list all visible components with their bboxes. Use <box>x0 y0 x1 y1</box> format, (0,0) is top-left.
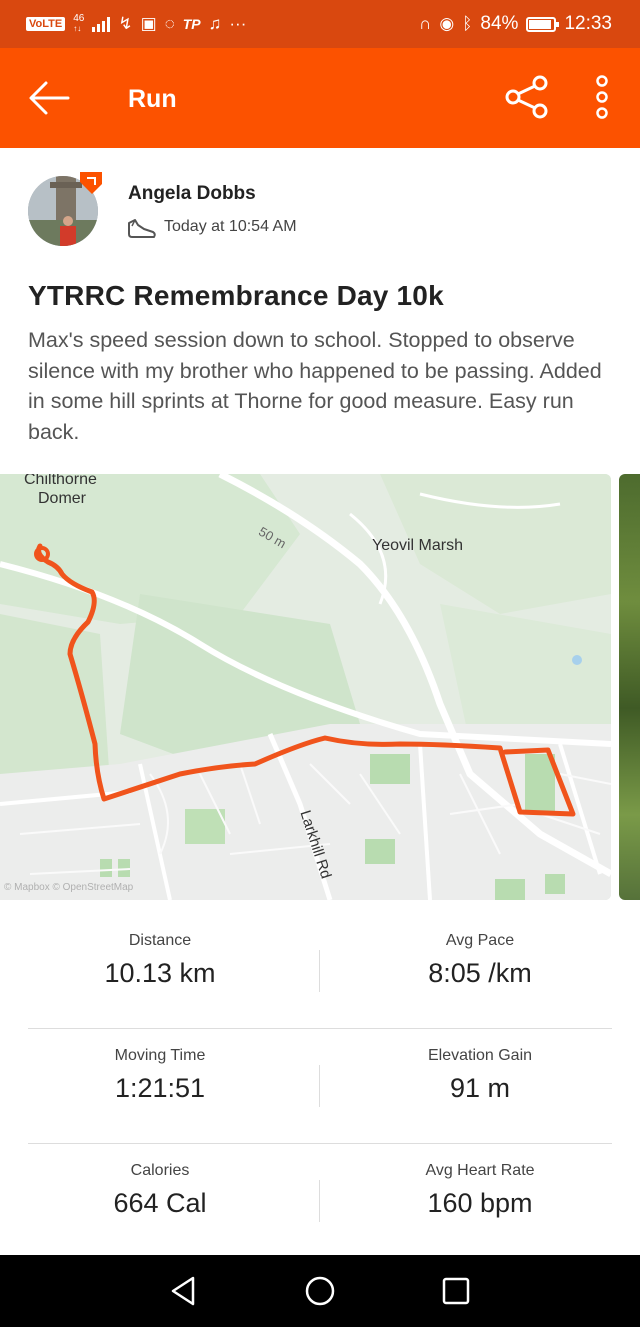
athlete-name[interactable]: Angela Dobbs <box>128 183 256 205</box>
run-shoe-icon <box>128 219 156 238</box>
battery-percent: 84% <box>480 13 519 34</box>
share-icon <box>505 75 548 119</box>
stat-value: 160 bpm <box>427 1188 533 1218</box>
stat-elevation-gain: Elevation Gain 91 m <box>320 1047 640 1104</box>
stat-label: Distance <box>128 932 192 949</box>
row-divider <box>28 1143 612 1144</box>
stat-value: 8:05 /km <box>428 958 532 988</box>
bluetooth-icon: ᛒ <box>462 14 473 33</box>
row-divider <box>28 1028 612 1029</box>
activity-title: YTRRC Remembrance Day 10k <box>28 280 444 311</box>
nav-home-icon[interactable] <box>302 1273 338 1309</box>
stat-value: 91 m <box>449 1073 511 1103</box>
stat-label: Avg Heart Rate <box>425 1162 535 1179</box>
stat-distance: Distance 10.13 km <box>0 932 320 989</box>
more-dots-icon: ··· <box>229 14 247 33</box>
stat-label: Avg Pace <box>445 932 515 949</box>
stat-avg-pace: Avg Pace 8:05 /km <box>320 932 640 989</box>
stat-label: Moving Time <box>114 1047 206 1064</box>
map-label-yeovil-marsh: Yeovil Marsh <box>372 537 464 554</box>
app-bar: Run <box>0 48 640 148</box>
volte-badge: VoLTE <box>26 17 66 31</box>
stat-value: 1:21:51 <box>114 1073 206 1103</box>
network-type-label: 46 <box>73 13 85 24</box>
activity-photo-thumbnail[interactable] <box>619 474 640 900</box>
sync-icon: ◌ <box>164 14 175 33</box>
nav-recents-icon[interactable] <box>438 1273 474 1309</box>
data-arrow-icon: ↯ <box>118 14 133 33</box>
map-attribution[interactable]: © Mapbox © OpenStreetMap <box>4 882 133 893</box>
nav-back-icon[interactable] <box>165 1273 201 1309</box>
network-type: 46 ↑↓ <box>73 13 85 34</box>
signal-icon <box>92 16 111 32</box>
page-title: Run <box>128 85 177 113</box>
stat-calories: Calories 664 Cal <box>0 1162 320 1219</box>
vertical-dots-icon <box>596 75 608 119</box>
headphones-icon: ∩ <box>419 14 432 33</box>
system-nav-bar <box>0 1255 640 1327</box>
battery-icon <box>526 16 560 32</box>
stat-moving-time: Moving Time 1:21:51 <box>0 1047 320 1104</box>
status-bar: VoLTE 46 ↑↓ ↯ ▣ ◌ TP ♫ ··· ∩ ◉ ᛒ 84% 12:3… <box>0 0 640 48</box>
back-button[interactable] <box>28 80 72 116</box>
stats-grid: Distance 10.13 km Avg Pace 8:05 /km Movi… <box>0 900 640 1255</box>
stat-value: 10.13 km <box>104 958 216 988</box>
stat-label: Calories <box>130 1162 190 1179</box>
music-icon: ♫ <box>208 14 222 33</box>
share-button[interactable] <box>504 74 550 120</box>
stat-value: 664 Cal <box>113 1188 207 1218</box>
eye-icon: ◉ <box>439 14 455 33</box>
stat-label: Elevation Gain <box>427 1047 533 1064</box>
status-left-icons: VoLTE 46 ↑↓ ↯ ▣ ◌ TP ♫ ··· <box>26 14 246 34</box>
route-map[interactable]: Chilthorne Domer Yeovil Marsh 50 m Larkh… <box>0 474 611 900</box>
strava-badge-icon <box>80 172 102 194</box>
activity-timestamp: Today at 10:54 AM <box>164 218 297 235</box>
app-icon: ▣ <box>140 14 157 33</box>
stat-avg-heart-rate: Avg Heart Rate 160 bpm <box>320 1162 640 1219</box>
back-arrow-icon <box>29 81 70 115</box>
map-label-domer: Domer <box>38 490 87 507</box>
status-right-icons: ∩ ◉ ᛒ 84% 12:33 <box>419 13 612 35</box>
tp-icon: TP <box>182 16 201 32</box>
activity-description: Max's speed session down to school. Stop… <box>28 328 602 444</box>
status-time: 12:33 <box>564 13 612 34</box>
map-label-chilthorne: Chilthorne <box>24 474 97 488</box>
more-options-button[interactable] <box>590 74 614 120</box>
